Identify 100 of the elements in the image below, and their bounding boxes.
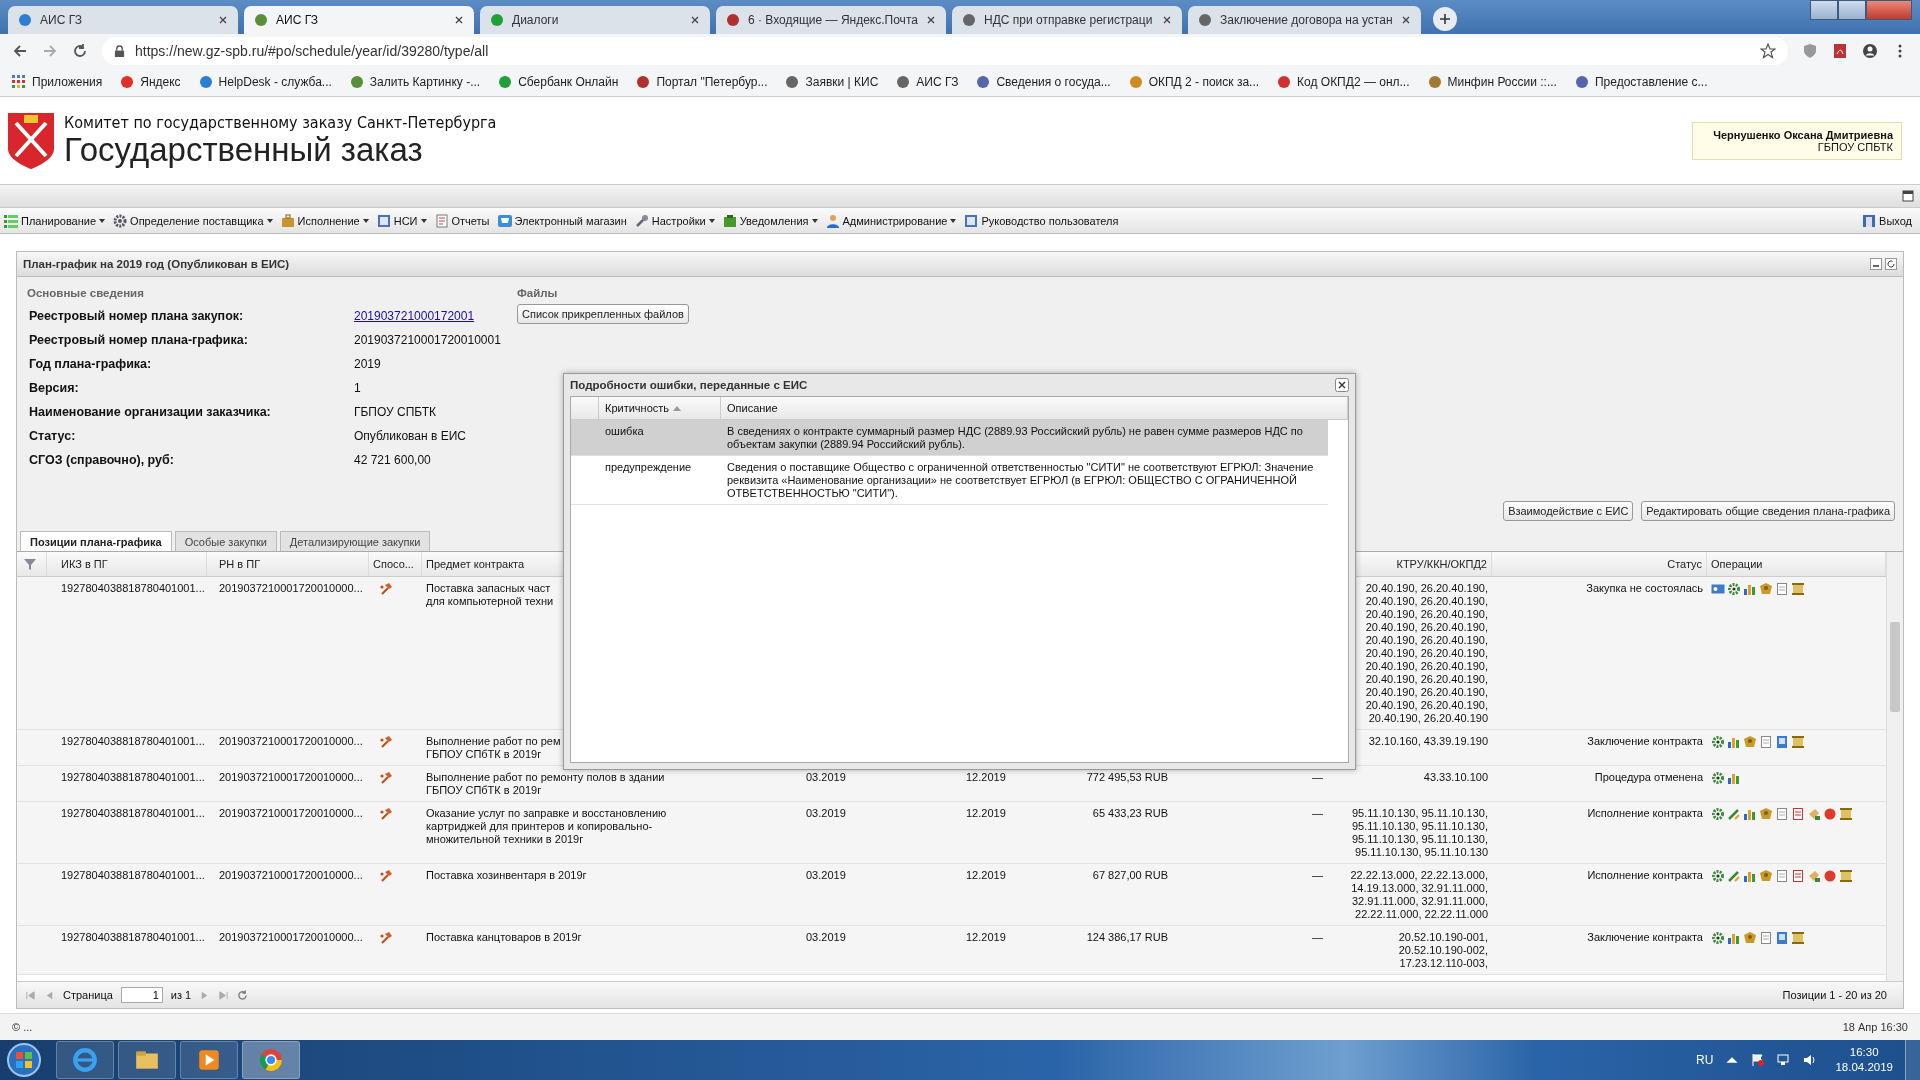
bar-chart-icon[interactable] xyxy=(1743,869,1757,883)
browser-tab[interactable]: Заключение договора на устан xyxy=(1188,6,1421,34)
menu-item[interactable]: Электронный магазин xyxy=(497,213,627,228)
bookmark[interactable]: Сбербанк Онлайн xyxy=(498,75,619,89)
menu-item[interactable]: НСИ xyxy=(376,213,427,228)
maximize-button[interactable] xyxy=(1838,0,1866,20)
bar-chart-icon[interactable] xyxy=(1727,771,1741,785)
menu-item[interactable]: Руководство пользователя xyxy=(964,213,1119,228)
pen-icon[interactable] xyxy=(1727,807,1741,821)
language-indicator[interactable]: RU xyxy=(1696,1053,1714,1067)
pen-icon[interactable] xyxy=(1727,869,1741,883)
table-row[interactable]: ошибка В сведениях о контракте суммарный размер НДС (2889.93 Российский рубль) не равен сумме размеров НДС по объектам закупки (2889.94 Российский рубль). xyxy=(571,420,1328,456)
new-tab-button[interactable] xyxy=(1432,7,1457,31)
tab[interactable]: Позиции плана-графика xyxy=(20,531,172,551)
menu-item[interactable]: Отчеты xyxy=(434,213,490,228)
bookmark[interactable]: Предоставление с... xyxy=(1574,75,1708,89)
browser-tab[interactable]: 6 · Входящие — Яндекс.Почта xyxy=(716,6,946,34)
browser-tab[interactable]: НДС при отправке регистраци xyxy=(952,6,1182,34)
close-icon[interactable] xyxy=(454,15,464,25)
document-icon[interactable] xyxy=(1759,735,1773,749)
column-header[interactable]: Спосо... xyxy=(369,552,422,576)
bar-chart-icon[interactable] xyxy=(1727,931,1741,945)
show-desktop-button[interactable] xyxy=(1905,1040,1920,1080)
close-icon[interactable] xyxy=(690,15,700,25)
scroll-icon[interactable] xyxy=(1791,582,1805,596)
close-icon[interactable] xyxy=(1335,378,1349,392)
document-icon[interactable] xyxy=(1759,931,1773,945)
refresh-icon[interactable] xyxy=(237,989,249,1001)
emblem-icon[interactable] xyxy=(1759,582,1773,596)
gear-icon[interactable] xyxy=(1711,771,1725,785)
star-icon[interactable] xyxy=(1760,43,1776,59)
filter-icon[interactable] xyxy=(23,557,37,571)
scrollbar[interactable] xyxy=(1886,552,1903,981)
profile-icon[interactable] xyxy=(1862,43,1878,59)
tab[interactable]: Особые закупки xyxy=(174,531,277,551)
bar-chart-icon[interactable] xyxy=(1743,582,1757,596)
refresh-icon[interactable] xyxy=(1885,258,1897,270)
bookmark[interactable]: Код ОКПД2 — онл... xyxy=(1277,75,1410,89)
column-header[interactable]: Описание xyxy=(721,397,1348,419)
tab[interactable]: Детализирующие закупки xyxy=(279,531,431,551)
column-header[interactable]: РН в ПГ xyxy=(207,552,369,576)
hand-icon[interactable] xyxy=(1807,807,1821,821)
scroll-icon[interactable] xyxy=(1839,869,1853,883)
taskbar-button[interactable] xyxy=(242,1041,300,1079)
bookmark[interactable]: АИС ГЗ xyxy=(896,75,959,89)
document-icon[interactable] xyxy=(1775,735,1789,749)
document-icon[interactable] xyxy=(1775,931,1789,945)
browser-tab[interactable]: АИС ГЗ xyxy=(244,6,474,34)
emblem-icon[interactable] xyxy=(1759,869,1773,883)
field-link[interactable]: 201903721000172001 xyxy=(354,309,475,323)
column-header[interactable]: Статус xyxy=(1492,552,1707,576)
browser-tab[interactable]: Диалоги xyxy=(480,6,710,34)
menu-item[interactable]: Исполнение xyxy=(280,213,369,228)
pdf-icon[interactable] xyxy=(1832,43,1848,59)
emblem-icon[interactable] xyxy=(1743,931,1757,945)
bookmark[interactable]: Сведения о госуда... xyxy=(976,75,1111,89)
flag-icon[interactable] xyxy=(1751,1053,1766,1067)
browser-tab[interactable]: АИС ГЗ xyxy=(8,6,238,34)
scroll-icon[interactable] xyxy=(1791,931,1805,945)
close-icon[interactable] xyxy=(1162,15,1172,25)
dot-icon[interactable] xyxy=(1823,807,1837,821)
menu-item[interactable]: Настройки xyxy=(634,213,715,228)
clock[interactable]: 16:30 18.04.2019 xyxy=(1835,1045,1893,1075)
gear-icon[interactable] xyxy=(1711,807,1725,821)
document-icon[interactable] xyxy=(1775,582,1789,596)
maximize-icon[interactable] xyxy=(1902,190,1914,202)
emblem-icon[interactable] xyxy=(1743,735,1757,749)
reload-icon[interactable] xyxy=(72,43,88,59)
bookmark[interactable]: Минфин России ::... xyxy=(1427,75,1557,89)
dot-icon[interactable] xyxy=(1823,869,1837,883)
minimize-icon[interactable] xyxy=(1870,258,1882,270)
close-icon[interactable] xyxy=(218,15,228,25)
taskbar-button[interactable] xyxy=(56,1041,114,1079)
minimize-button[interactable] xyxy=(1810,0,1838,20)
bookmark[interactable]: HelpDesk - служба... xyxy=(198,75,332,89)
column-header[interactable]: Критичность xyxy=(599,397,721,419)
shield-icon[interactable] xyxy=(1802,43,1818,59)
exit-button[interactable]: Выход xyxy=(1862,213,1912,228)
taskbar-button[interactable] xyxy=(118,1041,176,1079)
document-icon[interactable] xyxy=(1775,807,1789,821)
id-card-icon[interactable] xyxy=(1711,582,1725,596)
document-icon[interactable] xyxy=(1791,807,1805,821)
menu-item[interactable]: Уведомления xyxy=(722,213,818,228)
menu-item[interactable]: Администрирование xyxy=(825,213,957,228)
menu-item[interactable]: Планирование xyxy=(4,213,106,228)
close-icon[interactable] xyxy=(926,15,936,25)
bookmark[interactable]: Яндекс xyxy=(120,75,181,89)
bar-chart-icon[interactable] xyxy=(1727,735,1741,749)
bookmark[interactable]: Залить Картинку -... xyxy=(349,75,481,89)
gear-icon[interactable] xyxy=(1711,869,1725,883)
gear-icon[interactable] xyxy=(1711,735,1725,749)
hand-icon[interactable] xyxy=(1807,869,1821,883)
bar-chart-icon[interactable] xyxy=(1743,807,1757,821)
close-button[interactable] xyxy=(1866,0,1912,20)
speaker-icon[interactable] xyxy=(1803,1053,1818,1067)
gear-icon[interactable] xyxy=(1711,931,1725,945)
bookmark[interactable]: Приложения xyxy=(12,75,103,89)
document-icon[interactable] xyxy=(1791,869,1805,883)
network-icon[interactable] xyxy=(1777,1053,1792,1067)
page-input[interactable]: 1 xyxy=(120,987,163,1003)
